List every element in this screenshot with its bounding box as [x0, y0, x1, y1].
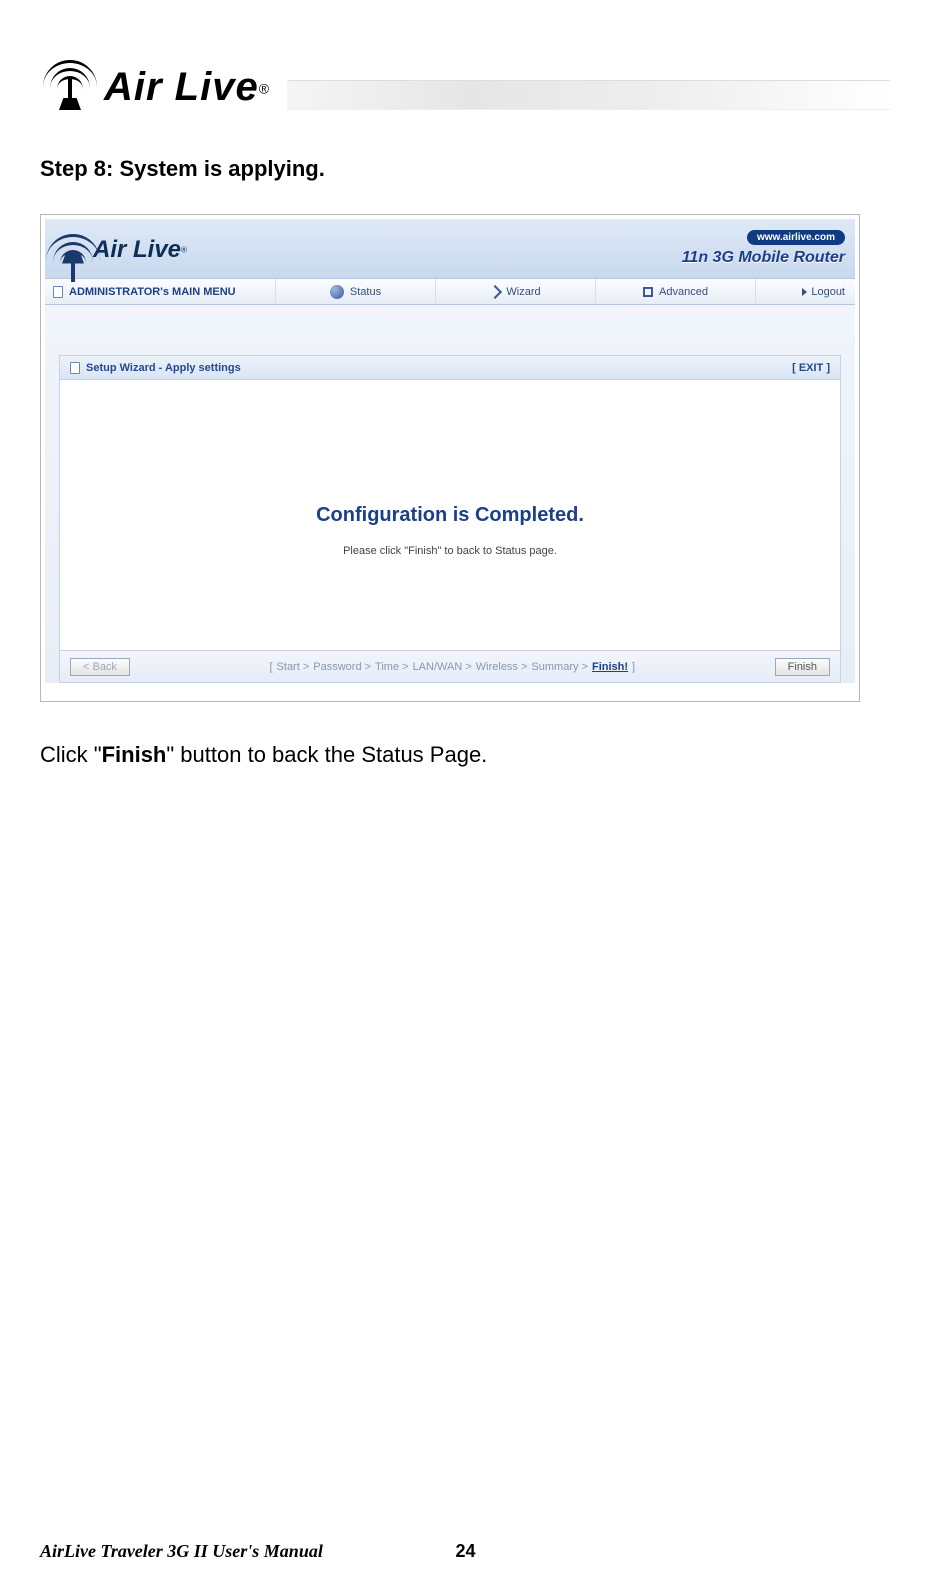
main-menu-label: ADMINISTRATOR's MAIN MENU [45, 279, 275, 304]
menu-advanced[interactable]: Advanced [595, 279, 755, 304]
crumb-lanwan: LAN/WAN > [413, 661, 472, 673]
chevron-right-icon [802, 288, 807, 296]
crumb-password: Password > [313, 661, 371, 673]
wizard-title: Setup Wizard - Apply settings [86, 362, 241, 374]
menu-logout-label: Logout [811, 286, 845, 298]
router-brand-text: Air Live [93, 236, 181, 263]
menu-wizard-label: Wizard [506, 286, 540, 298]
page-number: 24 [455, 1541, 475, 1562]
wizard-panel: Setup Wizard - Apply settings [ EXIT ] C… [59, 355, 841, 683]
back-button[interactable]: < Back [70, 658, 130, 676]
crumb-start: Start > [277, 661, 310, 673]
url-pill[interactable]: www.airlive.com [747, 230, 845, 245]
router-banner: Air Live® www.airlive.com 11n 3G Mobile … [45, 219, 855, 279]
menu-status[interactable]: Status [275, 279, 435, 304]
crumb-summary: Summary > [531, 661, 588, 673]
exit-link[interactable]: [ EXIT ] [792, 362, 830, 374]
finish-button[interactable]: Finish [775, 658, 830, 676]
router-menubar: ADMINISTRATOR's MAIN MENU Status Wizard … [45, 279, 855, 305]
signal-icon [55, 234, 91, 264]
instruction-text: Click "Finish" button to back the Status… [40, 742, 891, 768]
crumb-finish[interactable]: Finish! [592, 661, 628, 673]
wizard-footer: < Back [ Start > Password > Time > LAN/W… [60, 650, 840, 682]
decorative-rule [287, 80, 891, 110]
router-screenshot: Air Live® www.airlive.com 11n 3G Mobile … [40, 214, 860, 702]
wizard-icon [488, 284, 502, 298]
crumb-wireless: Wireless > [476, 661, 528, 673]
config-complete-text: Configuration is Completed. [316, 504, 584, 527]
menu-advanced-label: Advanced [659, 286, 708, 298]
registered-icon: ® [259, 81, 269, 97]
signal-icon [40, 60, 100, 110]
crumb-open: [ [269, 661, 272, 673]
doc-brand-header: Air Live® [40, 0, 891, 110]
advanced-icon [643, 287, 653, 297]
hint-text: Please click "Finish" to back to Status … [343, 545, 557, 557]
footer-manual-title: AirLive Traveler 3G II User's Manual [40, 1541, 323, 1562]
menu-logout[interactable]: Logout [755, 279, 855, 304]
menu-status-label: Status [350, 286, 381, 298]
registered-icon: ® [181, 245, 187, 254]
status-icon [330, 285, 344, 299]
crumb-time: Time > [375, 661, 409, 673]
page-icon [70, 362, 80, 374]
model-label: 11n 3G Mobile Router [682, 249, 845, 267]
menu-wizard[interactable]: Wizard [435, 279, 595, 304]
router-logo: Air Live® [55, 234, 187, 264]
crumb-close: ] [632, 661, 635, 673]
main-menu-text: ADMINISTRATOR's MAIN MENU [69, 286, 236, 298]
airlive-logo: Air Live® [40, 60, 269, 110]
wizard-breadcrumb: [ Start > Password > Time > LAN/WAN > Wi… [130, 661, 775, 673]
brand-text: Air Live [104, 65, 259, 109]
wizard-header: Setup Wizard - Apply settings [ EXIT ] [60, 356, 840, 380]
page-icon [53, 286, 63, 298]
step-title: Step 8: System is applying. [40, 156, 891, 182]
